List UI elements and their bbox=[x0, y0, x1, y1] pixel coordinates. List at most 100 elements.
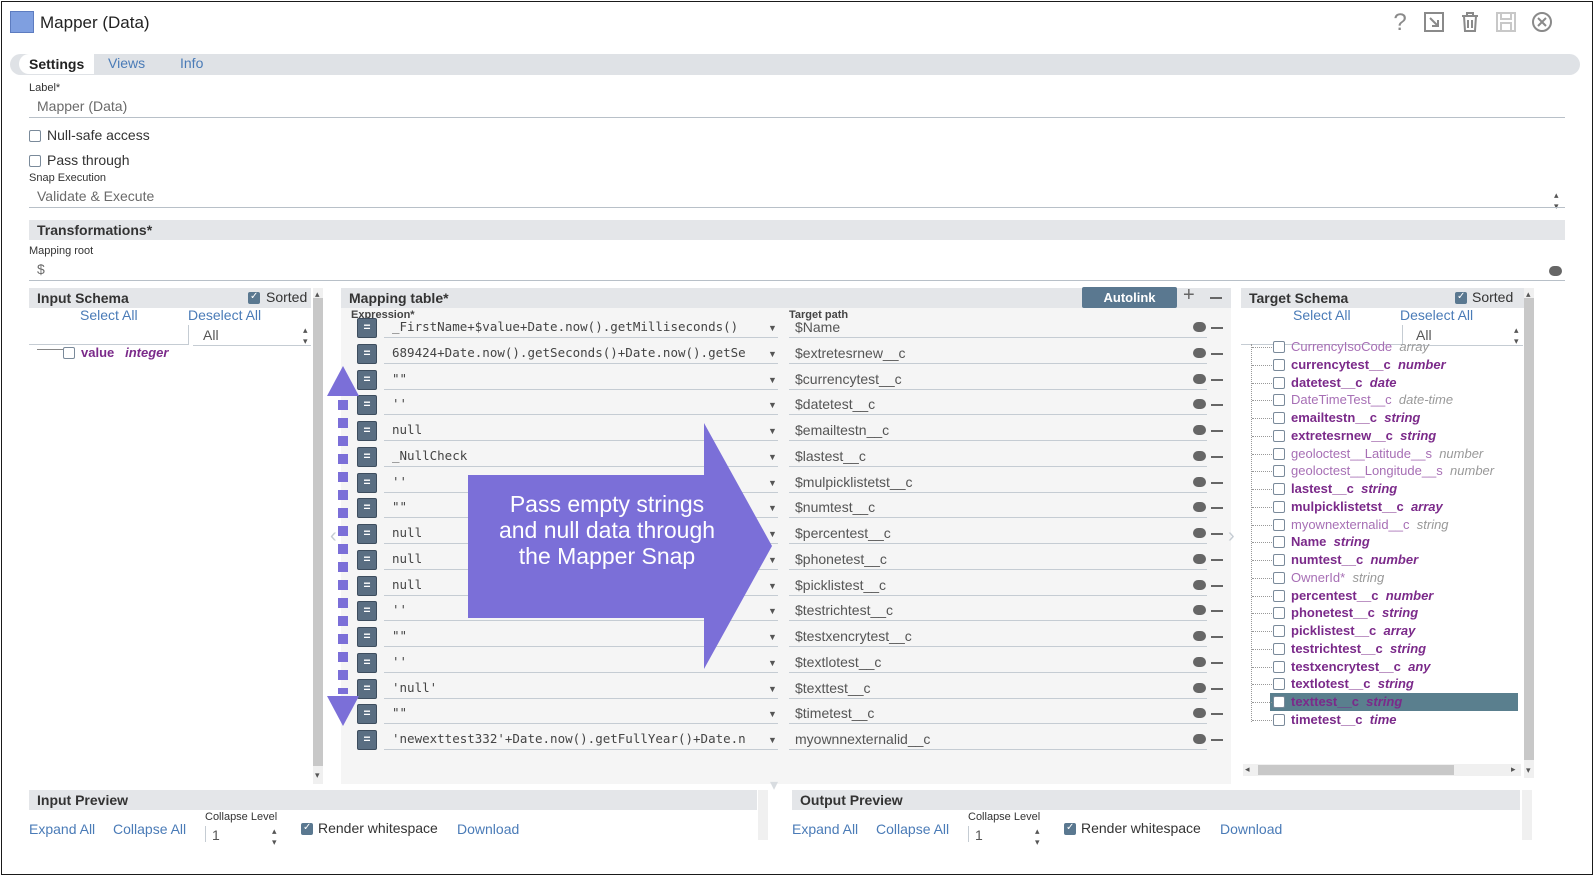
remove-row-icon[interactable] bbox=[1211, 533, 1223, 535]
target-item-checkbox[interactable] bbox=[1273, 661, 1285, 673]
remove-row-icon[interactable] bbox=[1211, 713, 1223, 715]
add-row-icon[interactable]: + bbox=[1183, 284, 1195, 307]
input-deselect-all[interactable]: Deselect All bbox=[188, 307, 261, 323]
row-toggle-button[interactable]: = bbox=[357, 318, 377, 338]
input-expand-all[interactable]: Expand All bbox=[29, 821, 95, 837]
remove-row-icon[interactable] bbox=[1211, 662, 1223, 664]
tab-views[interactable]: Views bbox=[108, 55, 145, 71]
output-preview-scrollbar[interactable] bbox=[1522, 790, 1532, 840]
autolink-button[interactable]: Autolink bbox=[1082, 287, 1177, 308]
target-item-checkbox[interactable] bbox=[1273, 448, 1285, 460]
target-schema-item[interactable]: extretesrnew__c string bbox=[1291, 428, 1436, 443]
comment-icon[interactable] bbox=[1193, 708, 1206, 718]
remove-row-icon[interactable] bbox=[1211, 739, 1223, 741]
target-schema-item[interactable]: mulpicklistetst__c array bbox=[1291, 499, 1443, 514]
output-expand-all[interactable]: Expand All bbox=[792, 821, 858, 837]
target-item-checkbox[interactable] bbox=[1273, 465, 1285, 477]
expression-dropdown-icon[interactable]: ▼ bbox=[768, 709, 777, 719]
target-schema-item[interactable]: datetest__c date bbox=[1291, 375, 1397, 390]
input-collapse-all[interactable]: Collapse All bbox=[113, 821, 186, 837]
expression-dropdown-icon[interactable]: ▼ bbox=[768, 323, 777, 333]
input-download-link[interactable]: Download bbox=[457, 821, 519, 837]
input-item-value[interactable]: value integer bbox=[81, 345, 168, 360]
target-schema-item[interactable]: geoloctest__Longitude__s number bbox=[1291, 463, 1494, 478]
target-item-checkbox[interactable] bbox=[1273, 625, 1285, 637]
comment-icon[interactable] bbox=[1193, 477, 1206, 487]
target-schema-item[interactable]: CurrencyIsoCode array bbox=[1291, 339, 1429, 354]
target-schema-item[interactable]: timetest__c time bbox=[1291, 712, 1397, 727]
target-item-checkbox[interactable] bbox=[1273, 536, 1285, 548]
comment-icon[interactable] bbox=[1193, 451, 1206, 461]
target-item-checkbox[interactable] bbox=[1273, 590, 1285, 602]
output-render-whitespace-checkbox[interactable] bbox=[1064, 822, 1076, 835]
output-collapse-all[interactable]: Collapse All bbox=[876, 821, 949, 837]
target-schema-item[interactable]: myownexternalid__c string bbox=[1291, 517, 1449, 532]
bottom-splitter-icon[interactable]: ▾ bbox=[770, 775, 778, 795]
target-schema-item[interactable]: testxencrytest__c any bbox=[1291, 659, 1431, 674]
snap-exec-stepper-icon[interactable]: ▴ ▾ bbox=[1554, 190, 1559, 212]
expression-dropdown-icon[interactable]: ▼ bbox=[768, 735, 777, 745]
target-item-checkbox[interactable] bbox=[1273, 394, 1285, 406]
comment-icon[interactable] bbox=[1193, 734, 1206, 744]
mapping-root-field[interactable]: $ bbox=[37, 261, 45, 277]
remove-row-icon[interactable] bbox=[1211, 430, 1223, 432]
output-download-link[interactable]: Download bbox=[1220, 821, 1282, 837]
target-hscrollbar-thumb[interactable] bbox=[1258, 765, 1454, 775]
row-toggle-button[interactable]: = bbox=[357, 730, 377, 750]
remove-row-icon[interactable] bbox=[1211, 353, 1223, 355]
remove-row-icon[interactable] bbox=[1211, 404, 1223, 406]
target-scrollbar-thumb[interactable] bbox=[1524, 298, 1534, 760]
export-icon[interactable] bbox=[1421, 10, 1447, 36]
expression-dropdown-icon[interactable]: ▼ bbox=[768, 684, 777, 694]
remove-row-icon[interactable] bbox=[1211, 585, 1223, 587]
input-item-checkbox[interactable] bbox=[63, 347, 75, 359]
expression-dropdown-icon[interactable]: ▼ bbox=[768, 400, 777, 410]
target-sorted-checkbox[interactable] bbox=[1455, 291, 1467, 304]
input-search-field[interactable] bbox=[29, 325, 189, 345]
target-item-checkbox[interactable] bbox=[1273, 714, 1285, 726]
input-render-whitespace-checkbox[interactable] bbox=[301, 822, 313, 835]
expression-dropdown-icon[interactable]: ▼ bbox=[768, 349, 777, 359]
target-item-checkbox[interactable] bbox=[1273, 696, 1285, 708]
expression-dropdown-icon[interactable]: ▼ bbox=[768, 375, 777, 385]
target-schema-item[interactable]: testrichtest__c string bbox=[1291, 641, 1426, 656]
target-schema-item[interactable]: textlotest__c string bbox=[1291, 676, 1414, 691]
target-item-checkbox[interactable] bbox=[1273, 430, 1285, 442]
comment-icon[interactable] bbox=[1193, 374, 1206, 384]
input-filter-stepper-icon[interactable]: ▴ ▾ bbox=[303, 325, 308, 347]
row-toggle-button[interactable]: = bbox=[357, 344, 377, 364]
target-scroll-down-icon[interactable]: ▾ bbox=[1526, 765, 1531, 776]
comment-icon[interactable] bbox=[1193, 554, 1206, 564]
right-splitter-icon[interactable]: › bbox=[1228, 525, 1235, 548]
remove-row-icon[interactable] bbox=[1211, 610, 1223, 612]
target-select-all[interactable]: Select All bbox=[1293, 307, 1351, 323]
target-schema-item[interactable]: OwnerId* string bbox=[1291, 570, 1384, 585]
comment-icon[interactable] bbox=[1549, 266, 1562, 276]
input-scroll-down-icon[interactable]: ▾ bbox=[315, 770, 320, 781]
target-filter-stepper-icon[interactable]: ▴ ▾ bbox=[1514, 325, 1519, 347]
input-collapse-level-select[interactable]: 1 bbox=[212, 827, 220, 843]
input-collapse-level-stepper-icon[interactable]: ▴ ▾ bbox=[272, 826, 277, 848]
tab-settings[interactable]: Settings bbox=[19, 54, 95, 74]
input-scrollbar-thumb[interactable] bbox=[313, 298, 323, 766]
comment-icon[interactable] bbox=[1193, 683, 1206, 693]
label-field[interactable]: Mapper (Data) bbox=[37, 98, 127, 114]
output-collapse-level-stepper-icon[interactable]: ▴ ▾ bbox=[1035, 826, 1040, 848]
target-deselect-all[interactable]: Deselect All bbox=[1400, 307, 1473, 323]
comment-icon[interactable] bbox=[1193, 425, 1206, 435]
target-schema-item[interactable]: geoloctest__Latitude__s number bbox=[1291, 446, 1483, 461]
comment-icon[interactable] bbox=[1193, 399, 1206, 409]
target-item-checkbox[interactable] bbox=[1273, 643, 1285, 655]
target-item-checkbox[interactable] bbox=[1273, 501, 1285, 513]
snap-exec-select[interactable]: Validate & Execute bbox=[37, 188, 154, 204]
input-preview-scrollbar[interactable] bbox=[758, 790, 768, 840]
remove-row-icon[interactable] bbox=[1211, 482, 1223, 484]
target-item-checkbox[interactable] bbox=[1273, 572, 1285, 584]
comment-icon[interactable] bbox=[1193, 322, 1206, 332]
remove-row-icon[interactable] bbox=[1211, 456, 1223, 458]
remove-row-icon[interactable] bbox=[1211, 379, 1223, 381]
target-item-checkbox[interactable] bbox=[1273, 483, 1285, 495]
comment-icon[interactable] bbox=[1193, 605, 1206, 615]
input-sorted-checkbox[interactable] bbox=[248, 291, 260, 304]
target-schema-item[interactable]: currencytest__c number bbox=[1291, 357, 1446, 372]
